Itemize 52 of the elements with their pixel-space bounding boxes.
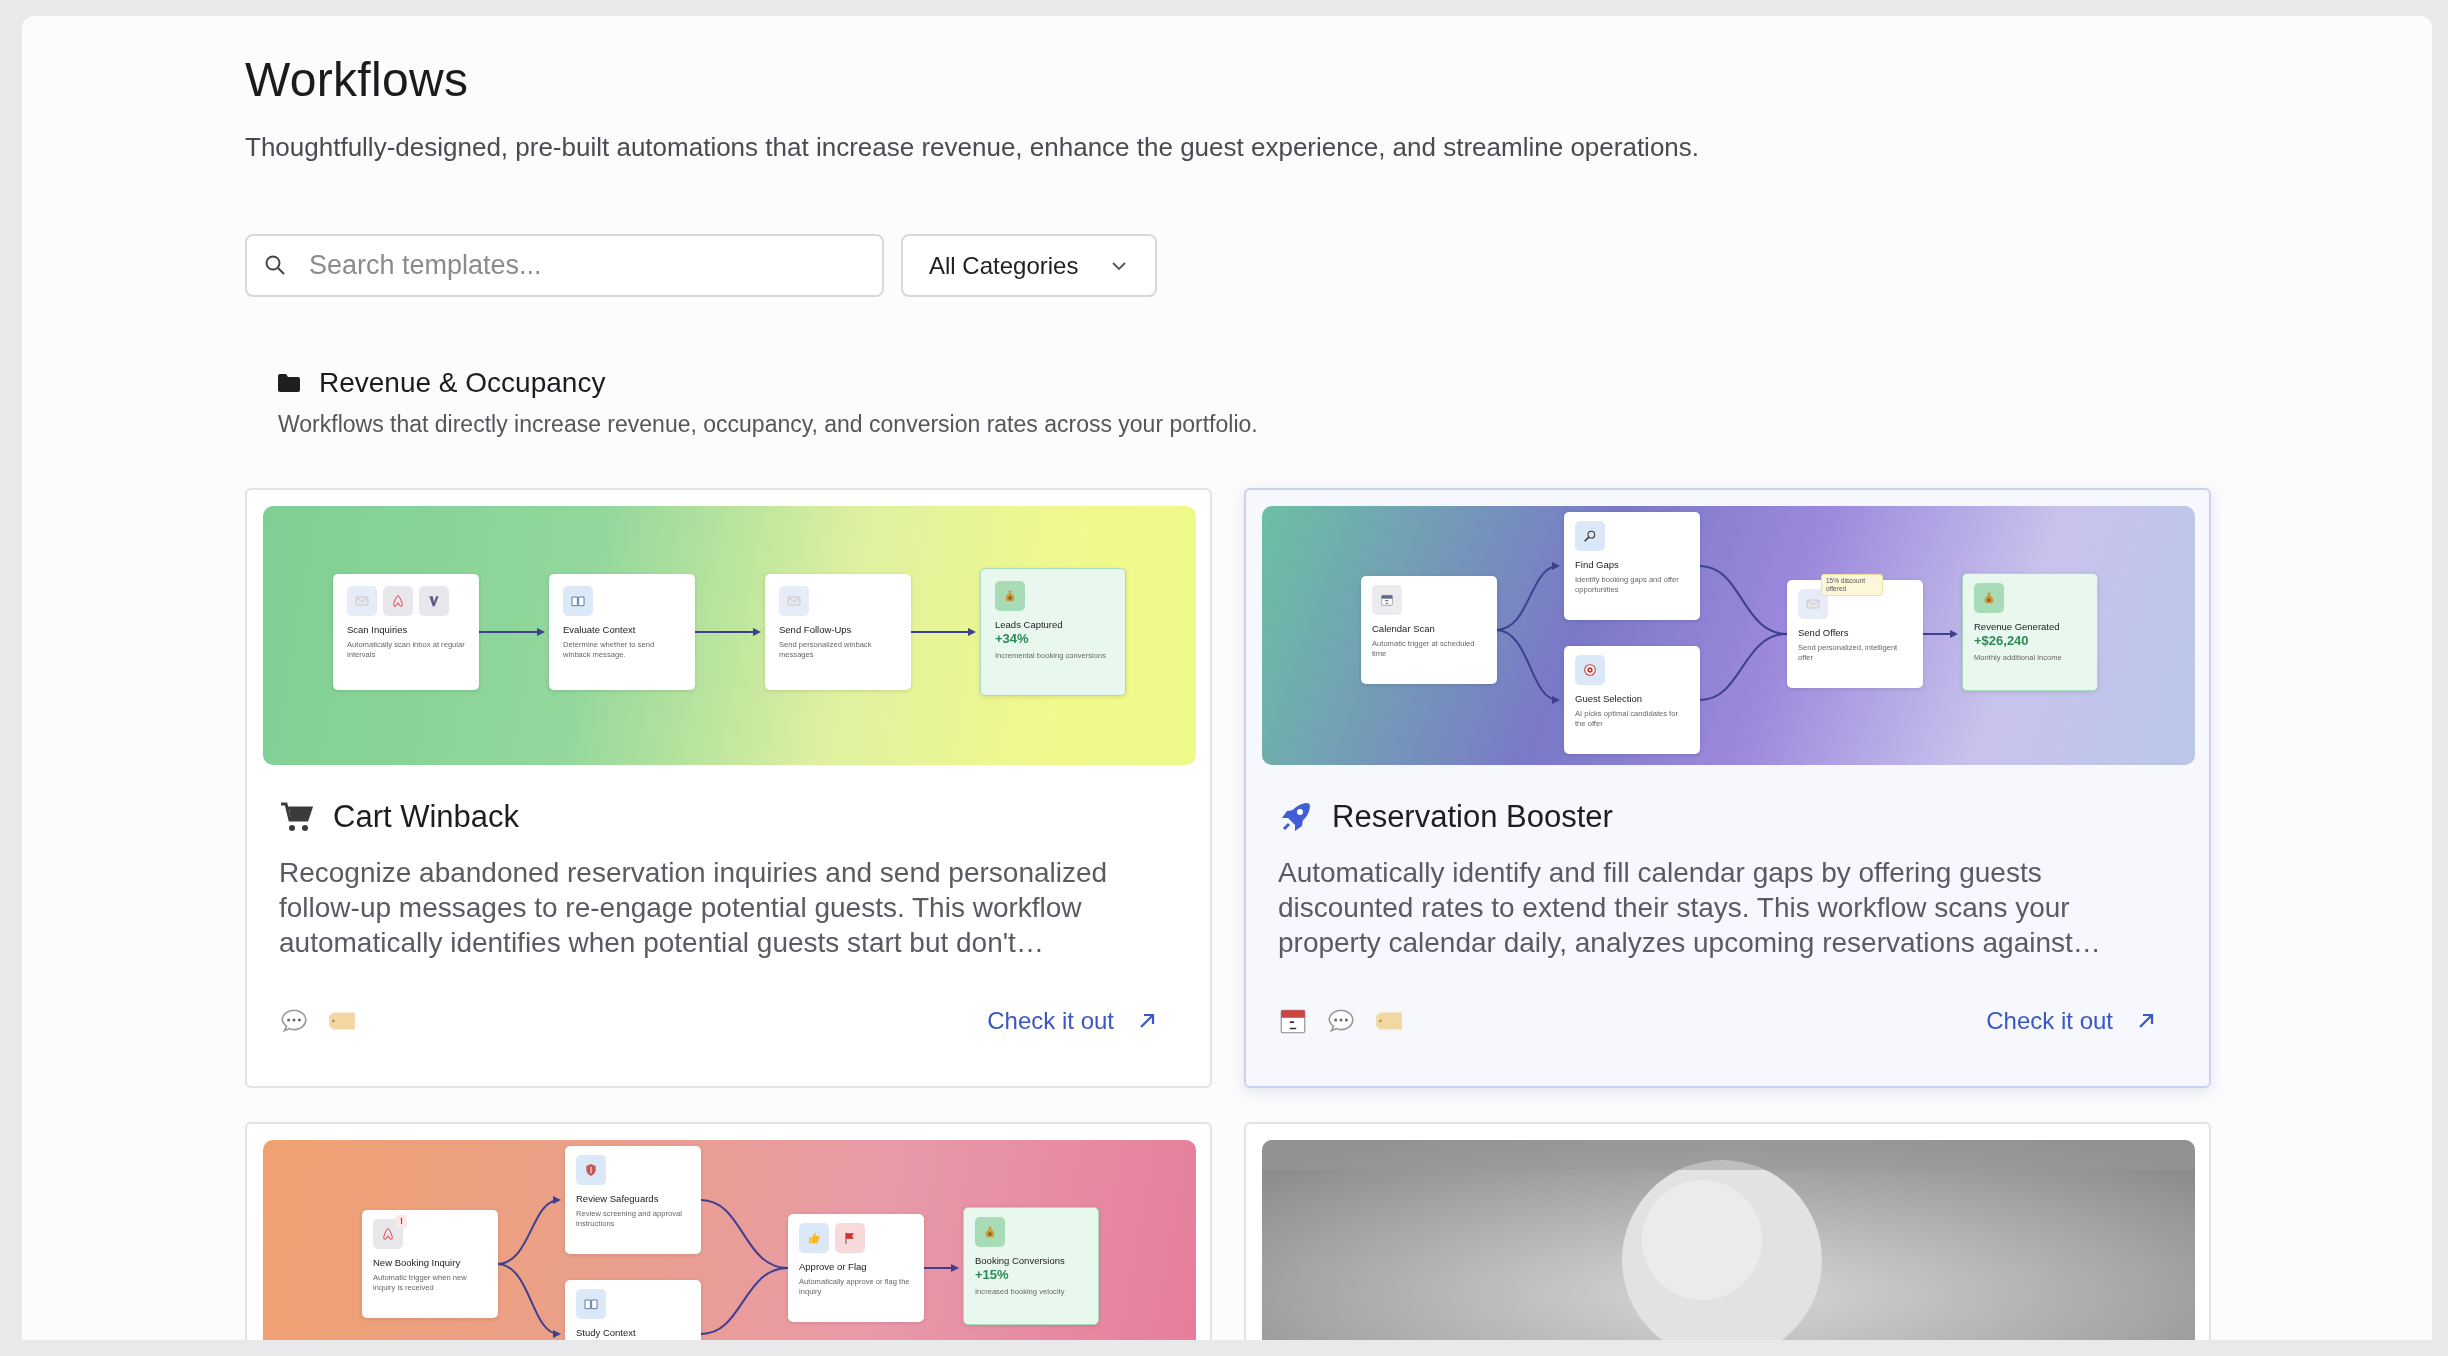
node-title: Approve or Flag [799, 1261, 868, 1273]
node-title: Send Follow-Ups [779, 624, 853, 636]
node-title: Leads Captured [995, 619, 1064, 631]
node-title: Calendar Scan [1372, 623, 1436, 635]
book-icon [583, 1296, 599, 1312]
node-value: +15% [975, 1267, 1010, 1283]
envelope-icon [786, 593, 802, 609]
card-description: Automatically identify and fill calendar gaps by offering guests discounted rates to extend their stays. This workflow scans your property calendar daily, analyzes upcoming reservations against… [1278, 856, 2102, 960]
flow-arrow [694, 628, 761, 636]
node-title: Booking Conversions [975, 1255, 1066, 1267]
magnifier-icon [1582, 528, 1598, 544]
node-title: Find Gaps [1575, 559, 1620, 571]
chevron-logo-icon [426, 593, 442, 609]
search-icon [263, 253, 287, 277]
card-title: Cart Winback [333, 799, 520, 835]
envelope-icon [1805, 596, 1821, 612]
section-title: Revenue & Occupancy [319, 367, 606, 399]
folder-icon [278, 374, 300, 392]
book-icon [570, 593, 586, 609]
page-title: Workflows [245, 52, 470, 108]
alert-badge: ! [396, 1215, 407, 1228]
node-title: Scan Inquiries [347, 624, 409, 636]
node-title: Study Context [576, 1327, 637, 1339]
loop-logo-icon [390, 593, 406, 609]
page-subtitle: Thoughtfully-designed, pre-built automations that increase revenue, enhance the guest experience, and streamline operations. [245, 131, 1701, 164]
section-description: Workflows that directly increase revenue, occupancy, and conversion rates across your portfolio. [278, 411, 1259, 438]
check-it-out-link[interactable]: Check it out [1986, 1007, 2157, 1035]
node-title: New Booking Inquiry [373, 1257, 462, 1269]
category-dropdown[interactable]: All Categories [901, 234, 1157, 297]
envelope-icon [354, 593, 370, 609]
node-title: Guest Selection [1575, 693, 1644, 705]
thumbs-up-icon [806, 1230, 822, 1246]
flow-arrow [922, 1264, 959, 1272]
flow-arrow [1921, 630, 1958, 638]
node-value: +34% [995, 631, 1030, 647]
search-field[interactable]: Search templates... [245, 234, 884, 297]
target-icon [1582, 662, 1598, 678]
workflow-card[interactable] [245, 488, 1212, 1088]
calendar-icon [1379, 592, 1395, 608]
flow-arrow [910, 628, 976, 636]
node-title: Review Safeguards [576, 1193, 660, 1205]
flow-arrow [478, 628, 545, 636]
loop-logo-icon [380, 1226, 396, 1242]
node-title: Send Offers [1798, 627, 1850, 639]
card-description: Recognize abandoned reservation inquiries and send personalized follow-up messages to re-engage potential guests. This workflow automatically identifies when potential guests start but don't… [279, 856, 1109, 960]
node-title: Revenue Generated [1974, 621, 2061, 633]
workflow-card[interactable] [1244, 488, 2211, 1088]
check-it-out-link[interactable]: Check it out [987, 1007, 1158, 1035]
card-title: Reservation Booster [1332, 799, 1613, 835]
node-value: +$26,240 [1974, 633, 2030, 649]
shield-icon [583, 1162, 599, 1178]
node-title: Evaluate Context [563, 624, 637, 636]
